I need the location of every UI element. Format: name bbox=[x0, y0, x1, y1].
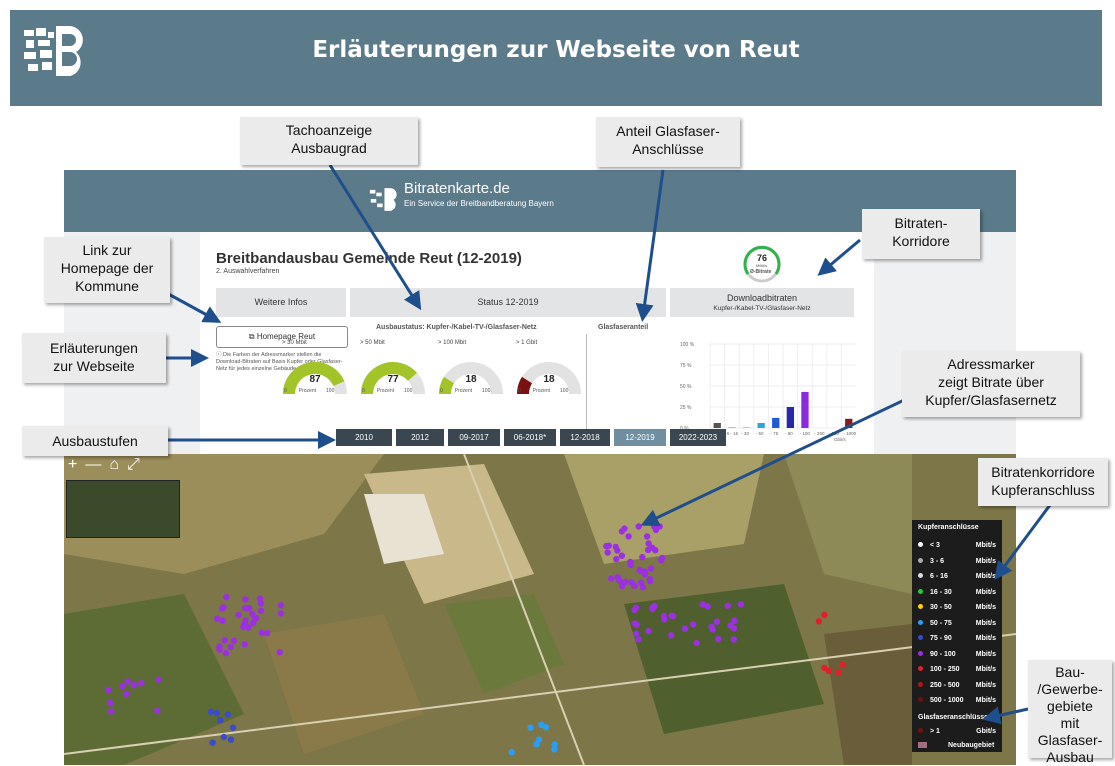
callout-line: Erläuterungen bbox=[50, 340, 138, 356]
callout-line: gebiete bbox=[1047, 698, 1093, 714]
callout-line: Ausbau bbox=[1046, 749, 1094, 765]
callout-line: Homepage der bbox=[60, 260, 154, 276]
callout-line: mit Glasfaser- bbox=[1037, 715, 1103, 748]
callout-line: Link zur bbox=[82, 242, 132, 258]
callout-bau: Bau-/Gewerbe-gebiete mit Glasfaser- Ausbau bbox=[1028, 660, 1112, 765]
callout-line: Tachoanzeige bbox=[285, 122, 373, 138]
callout-line: /Gewerbe- bbox=[1037, 681, 1103, 697]
callout-kupfer: Bitratenkorridore Kupferanschluss bbox=[978, 458, 1108, 506]
callout-line: Kupfer/Glasfasernetz bbox=[925, 392, 1057, 408]
callout-tacho: Tachoanzeige Ausbaugrad bbox=[240, 117, 418, 165]
callout-line: Anschlüsse bbox=[632, 141, 704, 157]
callout-adressmarker: Adressmarker zeigt Bitrate über Kupfer/Gla… bbox=[902, 351, 1080, 417]
callout-line: Bitratenkorridore bbox=[991, 464, 1095, 480]
callout-line: Bitraten- bbox=[894, 215, 948, 231]
callout-korridore: Bitraten- Korridore bbox=[862, 209, 980, 259]
callout-line: Kupferanschluss bbox=[991, 482, 1095, 498]
callout-line: Anteil Glasfaser- bbox=[616, 123, 720, 139]
callout-link: Link zur Homepage der Kommune bbox=[44, 237, 170, 303]
callout-line: Ausbaugrad bbox=[291, 140, 367, 156]
callout-line: Kommune bbox=[75, 278, 139, 294]
callout-line: Korridore bbox=[892, 233, 950, 249]
callout-erlaeuterungen: Erläuterungen zur Webseite bbox=[22, 333, 166, 383]
callout-line: zeigt Bitrate über bbox=[938, 374, 1044, 390]
callout-ausbaustufen: Ausbaustufen bbox=[22, 426, 168, 456]
callout-line: zur Webseite bbox=[53, 358, 135, 374]
callout-line: Adressmarker bbox=[947, 356, 1035, 372]
callout-line: Bau- bbox=[1055, 664, 1085, 680]
callout-line: Ausbaustufen bbox=[52, 433, 138, 449]
callout-glasfaser: Anteil Glasfaser- Anschlüsse bbox=[596, 117, 740, 167]
